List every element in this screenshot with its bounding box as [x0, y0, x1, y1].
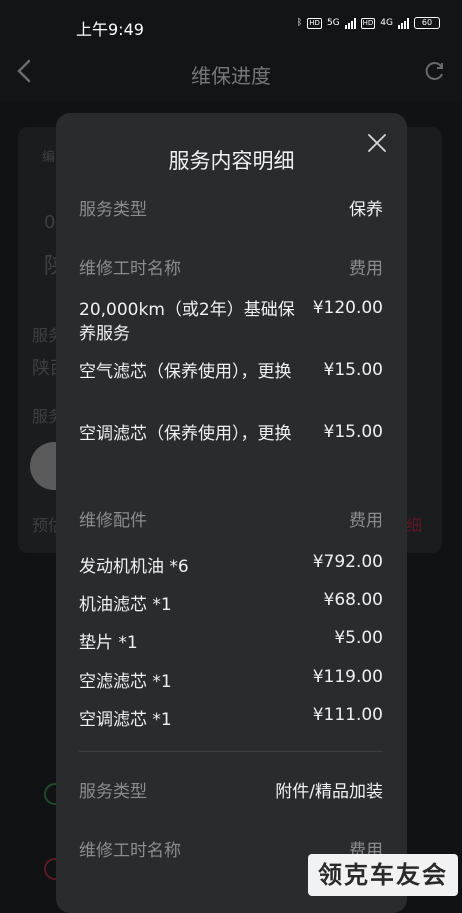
part-fee: ¥792.00	[312, 552, 383, 572]
status-time: 上午9:49	[76, 20, 144, 39]
parts-header: 维修配件	[79, 511, 147, 531]
labor-header: 维修工时名称	[79, 259, 181, 279]
network-label: 5G	[326, 18, 340, 28]
bg-fragment: 0	[44, 212, 56, 233]
labor-header: 维修工时名称	[79, 841, 181, 861]
labor-item: 空气滤芯（保养使用），更换 ¥15.00	[79, 360, 383, 384]
labor-item-fee: ¥15.00	[323, 422, 383, 442]
service-type-row: 服务类型 保养	[79, 195, 383, 220]
part-item: 空调滤芯 *1 ¥111.00	[79, 705, 383, 730]
watermark-logo: 领克车友会	[308, 854, 458, 896]
labor-item-fee: ¥120.00	[312, 298, 383, 318]
service-type-row: 服务类型 附件/精品加装	[79, 777, 383, 802]
labor-item-name: 空调滤芯（保养使用），更换	[79, 424, 292, 444]
part-name: 发动机机油 *6	[79, 557, 189, 577]
bluetooth-icon: ᛒ	[296, 18, 303, 28]
part-item: 发动机机油 *6 ¥792.00	[79, 552, 383, 577]
modal-title: 服务内容明细	[168, 149, 295, 173]
refresh-icon[interactable]	[424, 60, 446, 82]
parts-header-row: 维修配件 费用	[79, 506, 383, 531]
part-fee: ¥111.00	[312, 705, 383, 725]
status-bar: 上午9:49 ᛒ HD 5G HD 4G 60	[0, 0, 462, 40]
parts-fee-header: 费用	[349, 511, 383, 531]
part-fee: ¥68.00	[323, 590, 383, 610]
part-item: 空滤滤芯 *1 ¥119.00	[79, 667, 383, 692]
labor-item: 20,000km（或2年）基础保养服务 ¥120.00	[79, 298, 383, 346]
signal-icon	[344, 17, 356, 29]
hd-icon-2: HD	[360, 17, 376, 29]
labor-item-fee: ¥15.00	[323, 360, 383, 380]
service-type-value: 保养	[349, 200, 383, 220]
labor-item-name: 空气滤芯（保养使用），更换	[79, 362, 292, 382]
close-icon[interactable]	[367, 133, 387, 153]
fee-header: 费用	[349, 259, 383, 279]
bg-fragment: 编	[42, 150, 56, 165]
hd-icon: HD	[307, 17, 322, 29]
battery-icon: 60	[414, 17, 440, 29]
service-type-value: 附件/精品加装	[275, 782, 383, 802]
part-name: 空调滤芯 *1	[79, 710, 172, 730]
page-title: 维保进度	[191, 64, 271, 88]
part-item: 垫片 *1 ¥5.00	[79, 628, 383, 653]
service-type-label: 服务类型	[79, 782, 147, 802]
service-type-label: 服务类型	[79, 200, 147, 220]
labor-item: 空调滤芯（保养使用），更换 ¥15.00	[79, 422, 383, 446]
bg-fragment: 细	[406, 516, 423, 535]
service-detail-modal: 服务内容明细 服务类型 保养 维修工时名称 费用 20,000km（或2年）基础…	[56, 113, 407, 913]
status-icons: ᛒ HD 5G HD 4G 60	[297, 17, 440, 29]
part-name: 空滤滤芯 *1	[79, 672, 172, 692]
part-fee: ¥119.00	[312, 667, 383, 687]
labor-item-name: 20,000km（或2年）基础保养服务	[79, 300, 295, 344]
labor-header-row: 维修工时名称 费用	[79, 254, 383, 279]
part-item: 机油滤芯 *1 ¥68.00	[79, 590, 383, 615]
app-header: 维保进度	[0, 40, 462, 102]
part-name: 垫片 *1	[79, 633, 138, 653]
part-fee: ¥5.00	[334, 628, 383, 648]
signal-icon-2	[398, 17, 409, 29]
network-label-2: 4G	[380, 18, 393, 28]
section-divider	[79, 751, 383, 752]
part-name: 机油滤芯 *1	[79, 595, 172, 615]
